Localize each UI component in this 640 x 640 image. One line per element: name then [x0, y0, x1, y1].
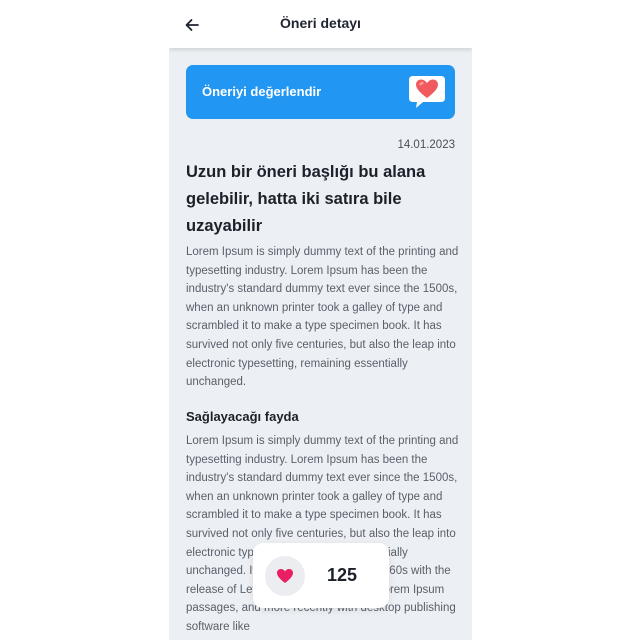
phone-screen: Öneri detayı Öneriyi değerlendir 14.01.2… [169, 0, 472, 640]
rate-suggestion-button[interactable]: Öneriyi değerlendir [186, 65, 455, 119]
page-title: Öneri detayı [280, 15, 361, 31]
benefit-heading: Sağlayacağı fayda [186, 409, 299, 424]
like-count: 125 [327, 565, 358, 585]
heart-speech-bubble-icon [409, 76, 445, 108]
rate-suggestion-label: Öneriyi değerlendir [202, 84, 322, 99]
heart-icon [277, 569, 293, 583]
like-card: 125 [253, 543, 389, 608]
suggestion-title: Uzun bir öneri başlığı bu alana gelebili… [186, 163, 426, 235]
suggestion-description: Lorem Ipsum is simply dummy text of the … [186, 246, 459, 389]
suggestion-date: 14.01.2023 [397, 139, 455, 151]
like-button[interactable] [265, 556, 305, 596]
app-bar: Öneri detayı [169, 0, 472, 48]
